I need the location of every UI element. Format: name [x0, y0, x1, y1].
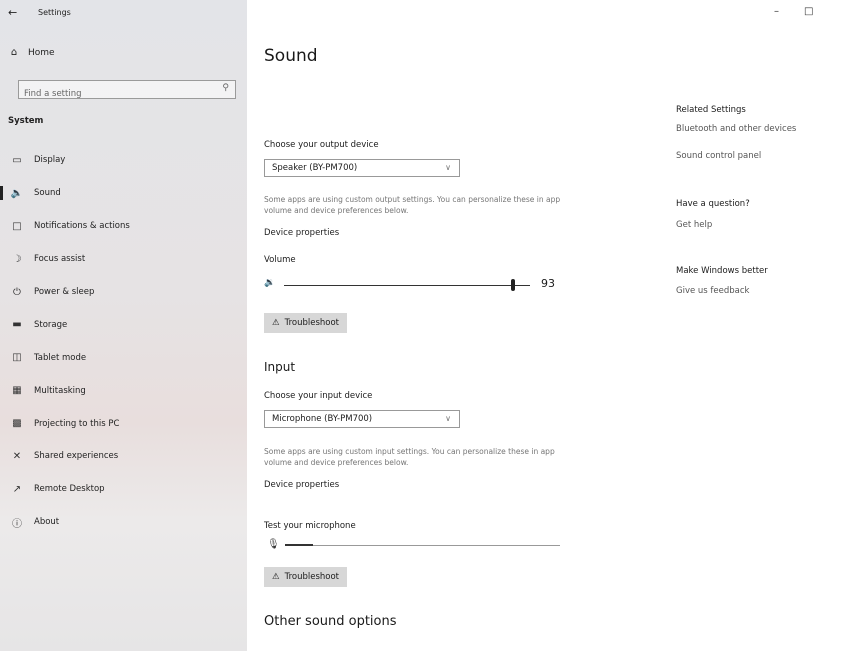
back-arrow-icon[interactable]: ← [8, 6, 17, 19]
search-icon[interactable]: ⚲ [222, 83, 229, 93]
chevron-down-icon: ∨ [445, 414, 451, 423]
troubleshoot-label: Troubleshoot [284, 572, 339, 582]
input-device-dropdown[interactable]: Microphone (BY-PM700) ∨ [264, 410, 460, 428]
output-device-properties-link[interactable]: Device properties [264, 228, 339, 238]
volume-slider-track[interactable] [284, 285, 530, 286]
microphone-icon: 🎙 [267, 539, 280, 550]
volume-slider-thumb[interactable] [510, 279, 515, 291]
home-nav-item[interactable]: ⌂ Home [8, 47, 55, 58]
sidebar-item-label: Remote Desktop [34, 484, 105, 495]
sidebar-item-label: Notifications & actions [34, 221, 130, 232]
sidebar-item-remote-desktop[interactable]: ↗ Remote Desktop [0, 473, 247, 506]
warning-icon: ⚠ [272, 318, 280, 328]
output-troubleshoot-button[interactable]: ⚠ Troubleshoot [264, 313, 347, 333]
sidebar-item-label: Power & sleep [34, 287, 95, 297]
warning-icon: ⚠ [272, 572, 280, 582]
input-heading: Input [264, 360, 296, 374]
power-icon: ⏻ [13, 286, 21, 298]
sidebar-item-notifications[interactable]: □ Notifications & actions [0, 210, 247, 243]
sound-control-panel-link[interactable]: Sound control panel [676, 151, 761, 161]
multitasking-icon: ▦ [12, 385, 22, 397]
other-sound-options-heading: Other sound options [264, 614, 397, 629]
test-microphone-label: Test your microphone [264, 521, 356, 531]
sidebar-item-sound[interactable]: 🔈 Sound [0, 177, 247, 210]
input-device-label: Choose your input device [264, 391, 373, 401]
maximize-button[interactable]: □ [804, 6, 813, 17]
volume-value: 93 [541, 277, 555, 290]
sidebar-item-label: Focus assist [34, 254, 86, 265]
sidebar-item-focus-assist[interactable]: ☽ Focus assist [0, 243, 247, 276]
speaker-volume-icon: 🔉 [264, 278, 276, 288]
input-troubleshoot-button[interactable]: ⚠ Troubleshoot [264, 567, 347, 587]
search-box[interactable]: ⚲ [18, 80, 236, 103]
sidebar-item-tablet-mode[interactable]: ◫ Tablet mode [0, 341, 247, 374]
sidebar-item-label: Display [34, 155, 66, 166]
storage-icon: ▬ [12, 319, 22, 331]
make-windows-better-heading: Make Windows better [676, 266, 768, 276]
sidebar-item-label: About [34, 517, 60, 528]
troubleshoot-label: Troubleshoot [284, 318, 339, 328]
question-heading: Have a question? [676, 199, 750, 209]
chevron-down-icon: ∨ [445, 163, 451, 172]
sidebar-item-label: Storage [34, 319, 68, 330]
volume-label: Volume [264, 255, 296, 265]
sidebar-item-projecting[interactable]: ▩ Projecting to this PC [0, 407, 247, 440]
sidebar-item-label: Projecting to this PC [34, 418, 120, 429]
app-title: Settings [38, 8, 71, 17]
mic-level-track [285, 545, 560, 546]
section-label: System [8, 116, 44, 126]
sidebar-item-about[interactable]: ⓘ About [0, 506, 247, 539]
info-icon: ⓘ [12, 518, 22, 530]
input-device-value: Microphone (BY-PM700) [272, 414, 373, 424]
minimize-button[interactable]: – [774, 6, 779, 17]
sidebar-nav: ▭ Display 🔈 Sound □ Notifications & acti… [0, 144, 247, 539]
output-device-dropdown[interactable]: Speaker (BY-PM700) ∨ [264, 159, 460, 177]
input-device-properties-link[interactable]: Device properties [264, 480, 339, 490]
sidebar-item-label: Sound [34, 188, 61, 199]
output-description: Some apps are using custom output settin… [264, 195, 561, 215]
search-input[interactable] [19, 85, 214, 103]
home-icon: ⌂ [10, 47, 18, 58]
related-settings-heading: Related Settings [676, 105, 746, 115]
remote-desktop-icon: ↗ [12, 483, 22, 495]
feedback-link[interactable]: Give us feedback [676, 286, 749, 296]
notifications-icon: □ [12, 220, 22, 232]
tablet-icon: ◫ [12, 352, 22, 364]
projecting-icon: ▩ [12, 418, 22, 430]
mic-level-fill [285, 544, 313, 546]
output-device-label: Choose your output device [264, 140, 379, 150]
title-bar: ← Settings [0, 0, 247, 26]
moon-icon: ☽ [12, 253, 22, 265]
sidebar-item-display[interactable]: ▭ Display [0, 144, 247, 177]
sidebar-item-label: Tablet mode [34, 352, 87, 363]
speaker-icon: 🔈 [10, 187, 24, 199]
sidebar-item-power-sleep[interactable]: ⏻ Power & sleep [0, 276, 247, 309]
sidebar-item-label: Multitasking [34, 385, 86, 396]
display-icon: ▭ [12, 154, 22, 166]
home-label: Home [28, 47, 55, 58]
input-description: Some apps are using custom input setting… [264, 447, 555, 467]
sidebar-item-label: Shared experiences [34, 451, 119, 462]
sidebar: ← Settings ⌂ Home ⚲ System ▭ Display 🔈 S… [0, 0, 247, 651]
sidebar-item-storage[interactable]: ▬ Storage [0, 308, 247, 341]
sidebar-item-shared-experiences[interactable]: ✕ Shared experiences [0, 440, 247, 473]
get-help-link[interactable]: Get help [676, 220, 712, 230]
sidebar-item-multitasking[interactable]: ▦ Multitasking [0, 374, 247, 407]
bluetooth-devices-link[interactable]: Bluetooth and other devices [676, 124, 796, 134]
output-device-value: Speaker (BY-PM700) [272, 163, 358, 173]
shared-icon: ✕ [12, 450, 22, 462]
page-title: Sound [264, 46, 318, 66]
